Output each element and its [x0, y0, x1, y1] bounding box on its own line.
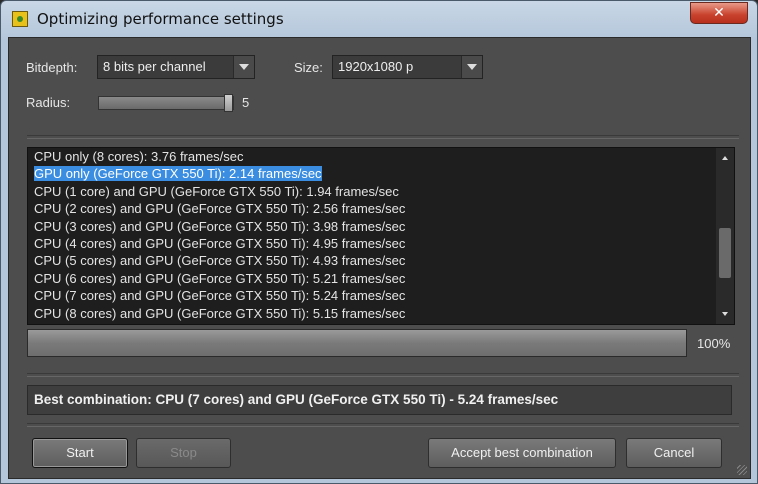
window-title: Optimizing performance settings [37, 10, 284, 28]
radius-slider[interactable] [98, 96, 234, 110]
scroll-up-icon[interactable] [722, 156, 728, 160]
title-bar[interactable]: Optimizing performance settings ✕ [1, 1, 757, 37]
scroll-down-icon[interactable] [722, 312, 728, 316]
divider [27, 135, 739, 139]
chevron-down-icon[interactable] [233, 56, 254, 78]
list-item[interactable]: CPU (6 cores) and GPU (GeForce GTX 550 T… [28, 270, 734, 287]
divider [27, 423, 739, 427]
size-label: Size: [294, 60, 323, 75]
list-item-label: CPU (2 cores) and GPU (GeForce GTX 550 T… [34, 201, 406, 217]
list-item-label: CPU (4 cores) and GPU (GeForce GTX 550 T… [34, 235, 406, 251]
size-value: 1920x1080 p [338, 59, 414, 74]
best-combination-text: Best combination: CPU (7 cores) and GPU … [27, 385, 732, 415]
radius-label: Radius: [26, 95, 71, 110]
list-item[interactable]: CPU (1 core) and GPU (GeForce GTX 550 Ti… [28, 183, 734, 200]
resize-grip-icon[interactable] [737, 465, 747, 475]
app-icon [12, 11, 28, 27]
list-item-label: CPU (1 core) and GPU (GeForce GTX 550 Ti… [34, 183, 399, 199]
list-item[interactable]: CPU (8 cores) and GPU (GeForce GTX 550 T… [28, 305, 734, 322]
list-item[interactable]: CPU (3 cores) and GPU (GeForce GTX 550 T… [28, 218, 734, 235]
list-item-label: CPU (6 cores) and GPU (GeForce GTX 550 T… [34, 270, 406, 286]
list-item-label: CPU (5 cores) and GPU (GeForce GTX 550 T… [34, 253, 406, 269]
bitdepth-value: 8 bits per channel [103, 59, 206, 74]
list-item[interactable]: CPU (4 cores) and GPU (GeForce GTX 550 T… [28, 235, 734, 252]
list-item[interactable]: CPU (5 cores) and GPU (GeForce GTX 550 T… [28, 252, 734, 269]
dialog-window: Optimizing performance settings ✕ Bitdep… [0, 0, 758, 484]
close-button[interactable]: ✕ [690, 2, 748, 24]
radius-slider-thumb[interactable] [224, 94, 233, 112]
list-item-label: CPU (8 cores) and GPU (GeForce GTX 550 T… [34, 305, 406, 321]
progress-percent: 100% [697, 336, 731, 351]
scrollbar-thumb[interactable] [719, 228, 731, 278]
list-item-label: GPU only (GeForce GTX 550 Ti): 2.14 fram… [34, 166, 322, 182]
results-list[interactable]: CPU only (8 cores): 3.76 frames/sec GPU o… [27, 147, 735, 325]
progress-bar [27, 329, 687, 357]
vertical-scrollbar[interactable] [716, 148, 734, 324]
start-button[interactable]: Start [32, 438, 128, 468]
cancel-button[interactable]: Cancel [626, 438, 722, 468]
list-item[interactable]: CPU only (8 cores): 3.76 frames/sec [28, 148, 734, 165]
accept-best-combination-button[interactable]: Accept best combination [428, 438, 616, 468]
radius-value: 5 [242, 95, 250, 110]
list-item[interactable]: GPU only (GeForce GTX 550 Ti): 2.14 fram… [28, 165, 734, 182]
chevron-down-icon[interactable] [461, 56, 482, 78]
stop-button[interactable]: Stop [136, 438, 231, 468]
divider [27, 373, 739, 377]
list-item-label: CPU (7 cores) and GPU (GeForce GTX 550 T… [34, 288, 406, 304]
list-item-label: CPU only (8 cores): 3.76 frames/sec [34, 149, 244, 164]
progress-fill [28, 330, 686, 356]
bitdepth-label: Bitdepth: [26, 60, 78, 75]
list-item[interactable]: CPU (7 cores) and GPU (GeForce GTX 550 T… [28, 287, 734, 304]
list-item[interactable]: CPU (2 cores) and GPU (GeForce GTX 550 T… [28, 200, 734, 217]
size-dropdown[interactable]: 1920x1080 p [332, 55, 483, 79]
list-item-label: CPU (3 cores) and GPU (GeForce GTX 550 T… [34, 218, 406, 234]
dialog-content: Bitdepth: 8 bits per channel Size: 1920x… [8, 37, 751, 479]
bitdepth-dropdown[interactable]: 8 bits per channel [97, 55, 255, 79]
